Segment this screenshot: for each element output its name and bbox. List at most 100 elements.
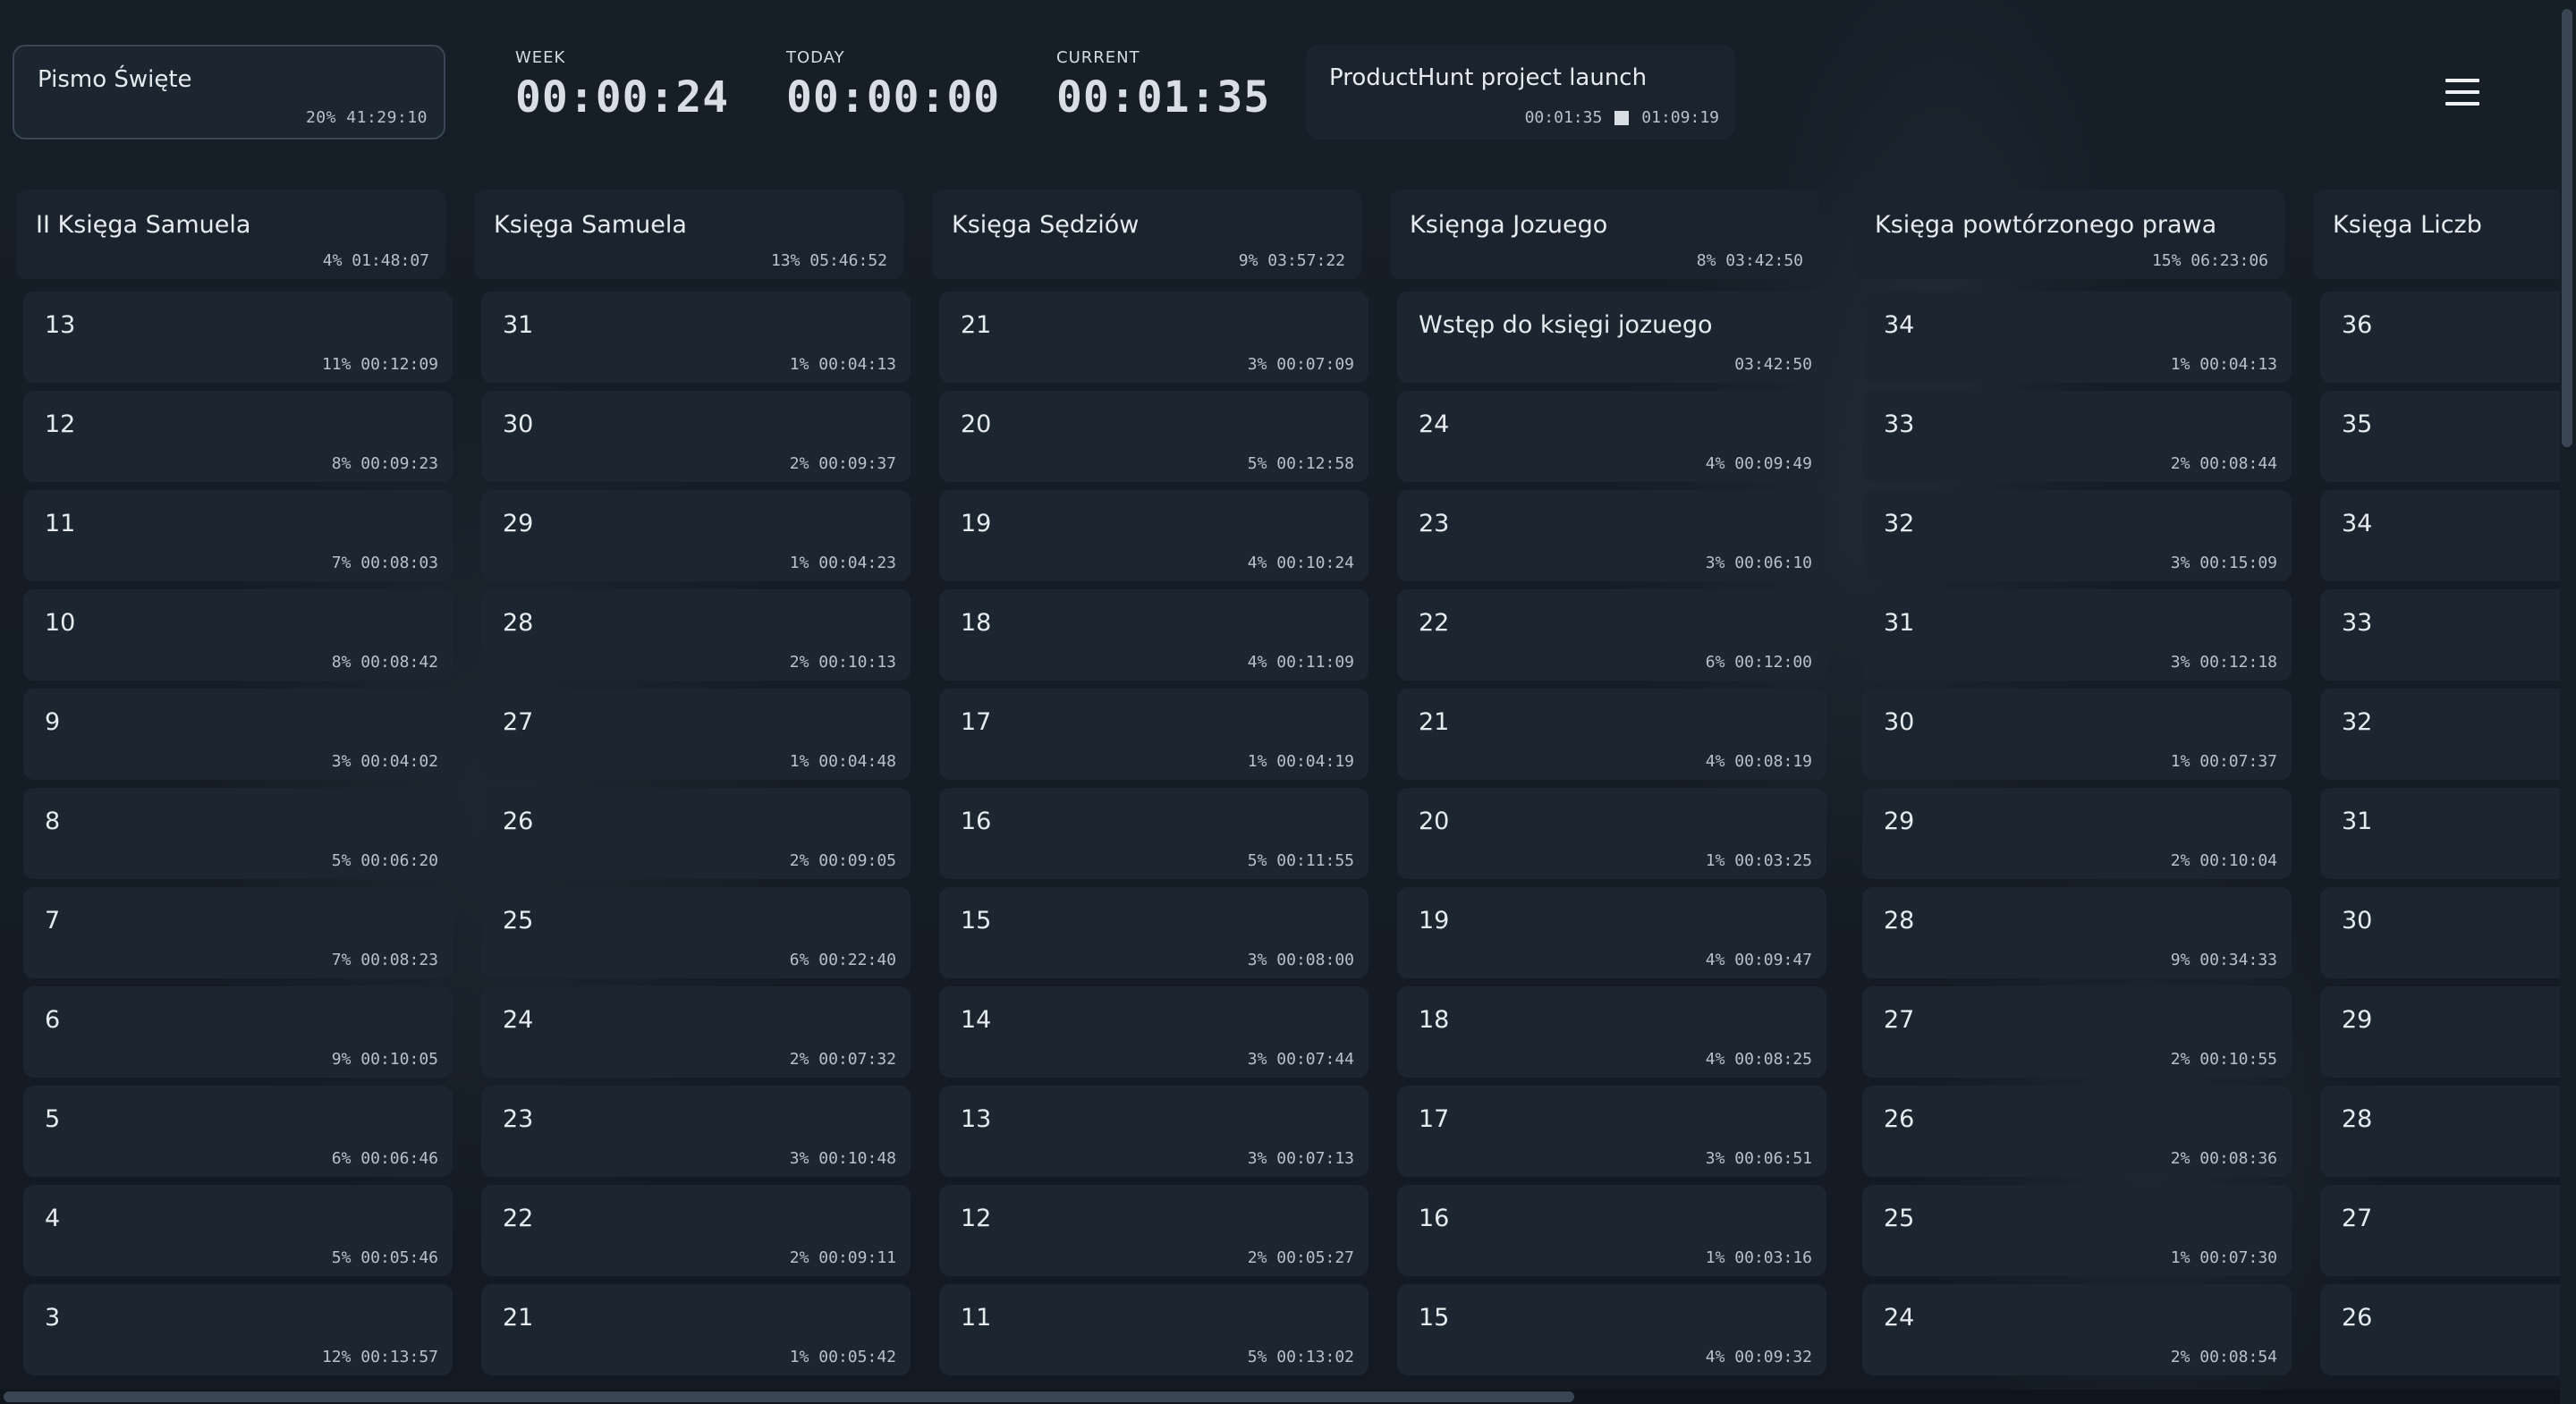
task-card[interactable]: 23 3% 00:06:10 bbox=[1397, 490, 1826, 581]
task-card[interactable]: 14 3% 00:07:44 bbox=[939, 986, 1368, 1078]
main-project-card[interactable]: Pismo Święte 20% 41:29:10 bbox=[13, 45, 445, 140]
task-card[interactable]: 34 bbox=[2320, 490, 2565, 581]
task-card[interactable]: Wstęp do księgi jozuego 03:42:50 bbox=[1397, 292, 1826, 383]
task-card[interactable]: 33 bbox=[2320, 589, 2565, 681]
task-card[interactable]: 30 bbox=[2320, 887, 2565, 978]
task-title: 17 bbox=[1419, 1105, 1450, 1133]
column-header[interactable]: Księga Liczb bbox=[2313, 190, 2565, 279]
vertical-scrollbar[interactable] bbox=[2560, 0, 2576, 1404]
hamburger-menu-icon[interactable] bbox=[2445, 79, 2479, 106]
column-header[interactable]: Księga Sędziów 9% 03:57:22 bbox=[932, 190, 1361, 279]
task-card[interactable]: 21 4% 00:08:19 bbox=[1397, 689, 1826, 780]
task-card[interactable]: 6 9% 00:10:05 bbox=[23, 986, 453, 1078]
task-card[interactable]: 9 3% 00:04:02 bbox=[23, 689, 453, 780]
task-card[interactable]: 27 1% 00:04:48 bbox=[481, 689, 911, 780]
task-card[interactable]: 10 8% 00:08:42 bbox=[23, 589, 453, 681]
task-stats: 5% 00:06:20 bbox=[331, 851, 438, 870]
task-card[interactable]: 11 7% 00:08:03 bbox=[23, 490, 453, 581]
task-stats: 3% 00:04:02 bbox=[331, 752, 438, 771]
task-card[interactable]: 28 9% 00:34:33 bbox=[1862, 887, 2292, 978]
task-card[interactable]: 33 2% 00:08:44 bbox=[1862, 391, 2292, 482]
task-card[interactable]: 31 bbox=[2320, 788, 2565, 879]
task-card[interactable]: 17 1% 00:04:19 bbox=[939, 689, 1368, 780]
task-card[interactable]: 30 2% 00:09:37 bbox=[481, 391, 911, 482]
column-stats: 9% 03:57:22 bbox=[1238, 251, 1345, 270]
task-card[interactable]: 31 3% 00:12:18 bbox=[1862, 589, 2292, 681]
task-card[interactable]: 27 bbox=[2320, 1185, 2565, 1276]
task-card[interactable]: 3 12% 00:13:57 bbox=[23, 1284, 453, 1375]
task-card[interactable]: 27 2% 00:10:55 bbox=[1862, 986, 2292, 1078]
column-title: Księnga Jozuego bbox=[1410, 211, 1608, 239]
task-stats: 4% 00:08:25 bbox=[1705, 1050, 1812, 1069]
task-card[interactable]: 26 bbox=[2320, 1284, 2565, 1375]
task-card[interactable]: 19 4% 00:10:24 bbox=[939, 490, 1368, 581]
task-title: 34 bbox=[2342, 510, 2373, 537]
horizontal-scrollbar-thumb[interactable] bbox=[4, 1391, 1574, 1402]
task-card[interactable]: 4 5% 00:05:46 bbox=[23, 1185, 453, 1276]
column-header[interactable]: II Księga Samuela 4% 01:48:07 bbox=[16, 190, 445, 279]
task-card[interactable]: 22 2% 00:09:11 bbox=[481, 1185, 911, 1276]
column-header[interactable]: Księnga Jozuego 8% 03:42:50 bbox=[1390, 190, 1819, 279]
task-card[interactable]: 28 bbox=[2320, 1086, 2565, 1177]
task-card[interactable]: 16 1% 00:03:16 bbox=[1397, 1185, 1826, 1276]
task-card[interactable]: 13 11% 00:12:09 bbox=[23, 292, 453, 383]
task-stats: 3% 00:06:10 bbox=[1705, 554, 1812, 572]
task-card[interactable]: 28 2% 00:10:13 bbox=[481, 589, 911, 681]
task-card[interactable]: 29 2% 00:10:04 bbox=[1862, 788, 2292, 879]
task-card[interactable]: 26 2% 00:08:36 bbox=[1862, 1086, 2292, 1177]
task-card[interactable]: 24 2% 00:07:32 bbox=[481, 986, 911, 1078]
task-card[interactable]: 32 3% 00:15:09 bbox=[1862, 490, 2292, 581]
task-title: 31 bbox=[503, 311, 534, 339]
task-card[interactable]: 32 bbox=[2320, 689, 2565, 780]
task-card[interactable]: 18 4% 00:08:25 bbox=[1397, 986, 1826, 1078]
task-card[interactable]: 29 1% 00:04:23 bbox=[481, 490, 911, 581]
task-card[interactable]: 30 1% 00:07:37 bbox=[1862, 689, 2292, 780]
column: Księnga Jozuego 8% 03:42:50 Wstęp do księg… bbox=[1386, 190, 1826, 1375]
task-card[interactable]: 19 4% 00:09:47 bbox=[1397, 887, 1826, 978]
task-card[interactable]: 8 5% 00:06:20 bbox=[23, 788, 453, 879]
task-card[interactable]: 35 bbox=[2320, 391, 2565, 482]
task-card[interactable]: 12 2% 00:05:27 bbox=[939, 1185, 1368, 1276]
task-card[interactable]: 20 5% 00:12:58 bbox=[939, 391, 1368, 482]
active-project-card[interactable]: ProductHunt project launch 00:01:35 01:0… bbox=[1306, 45, 1735, 140]
task-card[interactable]: 25 6% 00:22:40 bbox=[481, 887, 911, 978]
task-card[interactable]: 29 bbox=[2320, 986, 2565, 1078]
task-card[interactable]: 26 2% 00:09:05 bbox=[481, 788, 911, 879]
column-header[interactable]: Księga powtórzonego prawa 15% 06:23:06 bbox=[1855, 190, 2284, 279]
task-card[interactable]: 21 1% 00:05:42 bbox=[481, 1284, 911, 1375]
task-card[interactable]: 23 3% 00:10:48 bbox=[481, 1086, 911, 1177]
task-card[interactable]: 20 1% 00:03:25 bbox=[1397, 788, 1826, 879]
task-card[interactable]: 17 3% 00:06:51 bbox=[1397, 1086, 1826, 1177]
task-title: 30 bbox=[1884, 708, 1915, 736]
task-card[interactable]: 24 2% 00:08:54 bbox=[1862, 1284, 2292, 1375]
task-title: 18 bbox=[961, 609, 992, 637]
task-card[interactable]: 15 4% 00:09:32 bbox=[1397, 1284, 1826, 1375]
task-card[interactable]: 13 3% 00:07:13 bbox=[939, 1086, 1368, 1177]
column-title: Księga Sędziów bbox=[952, 211, 1140, 239]
task-card[interactable]: 36 bbox=[2320, 292, 2565, 383]
task-card[interactable]: 22 6% 00:12:00 bbox=[1397, 589, 1826, 681]
task-card[interactable]: 21 3% 00:07:09 bbox=[939, 292, 1368, 383]
column-header[interactable]: Księga Samuela 13% 05:46:52 bbox=[474, 190, 903, 279]
task-card[interactable]: 5 6% 00:06:46 bbox=[23, 1086, 453, 1177]
task-title: 28 bbox=[1884, 907, 1915, 935]
vertical-scrollbar-thumb[interactable] bbox=[2562, 9, 2572, 447]
task-stats: 2% 00:10:13 bbox=[789, 653, 896, 672]
task-card[interactable]: 12 8% 00:09:23 bbox=[23, 391, 453, 482]
task-card[interactable]: 18 4% 00:11:09 bbox=[939, 589, 1368, 681]
horizontal-scrollbar[interactable] bbox=[0, 1390, 2565, 1404]
task-card[interactable]: 16 5% 00:11:55 bbox=[939, 788, 1368, 879]
task-card[interactable]: 24 4% 00:09:49 bbox=[1397, 391, 1826, 482]
task-title: 14 bbox=[961, 1006, 992, 1034]
column-title: II Księga Samuela bbox=[36, 211, 251, 239]
task-card[interactable]: 7 7% 00:08:23 bbox=[23, 887, 453, 978]
stop-icon[interactable] bbox=[1614, 110, 1630, 125]
task-card[interactable]: 34 1% 00:04:13 bbox=[1862, 292, 2292, 383]
task-card[interactable]: 31 1% 00:04:13 bbox=[481, 292, 911, 383]
task-title: 7 bbox=[45, 907, 61, 935]
task-card[interactable]: 11 5% 00:13:02 bbox=[939, 1284, 1368, 1375]
task-stats: 2% 00:05:27 bbox=[1247, 1248, 1354, 1267]
main-project-stats: 20% 41:29:10 bbox=[305, 108, 428, 127]
task-card[interactable]: 25 1% 00:07:30 bbox=[1862, 1185, 2292, 1276]
task-card[interactable]: 15 3% 00:08:00 bbox=[939, 887, 1368, 978]
